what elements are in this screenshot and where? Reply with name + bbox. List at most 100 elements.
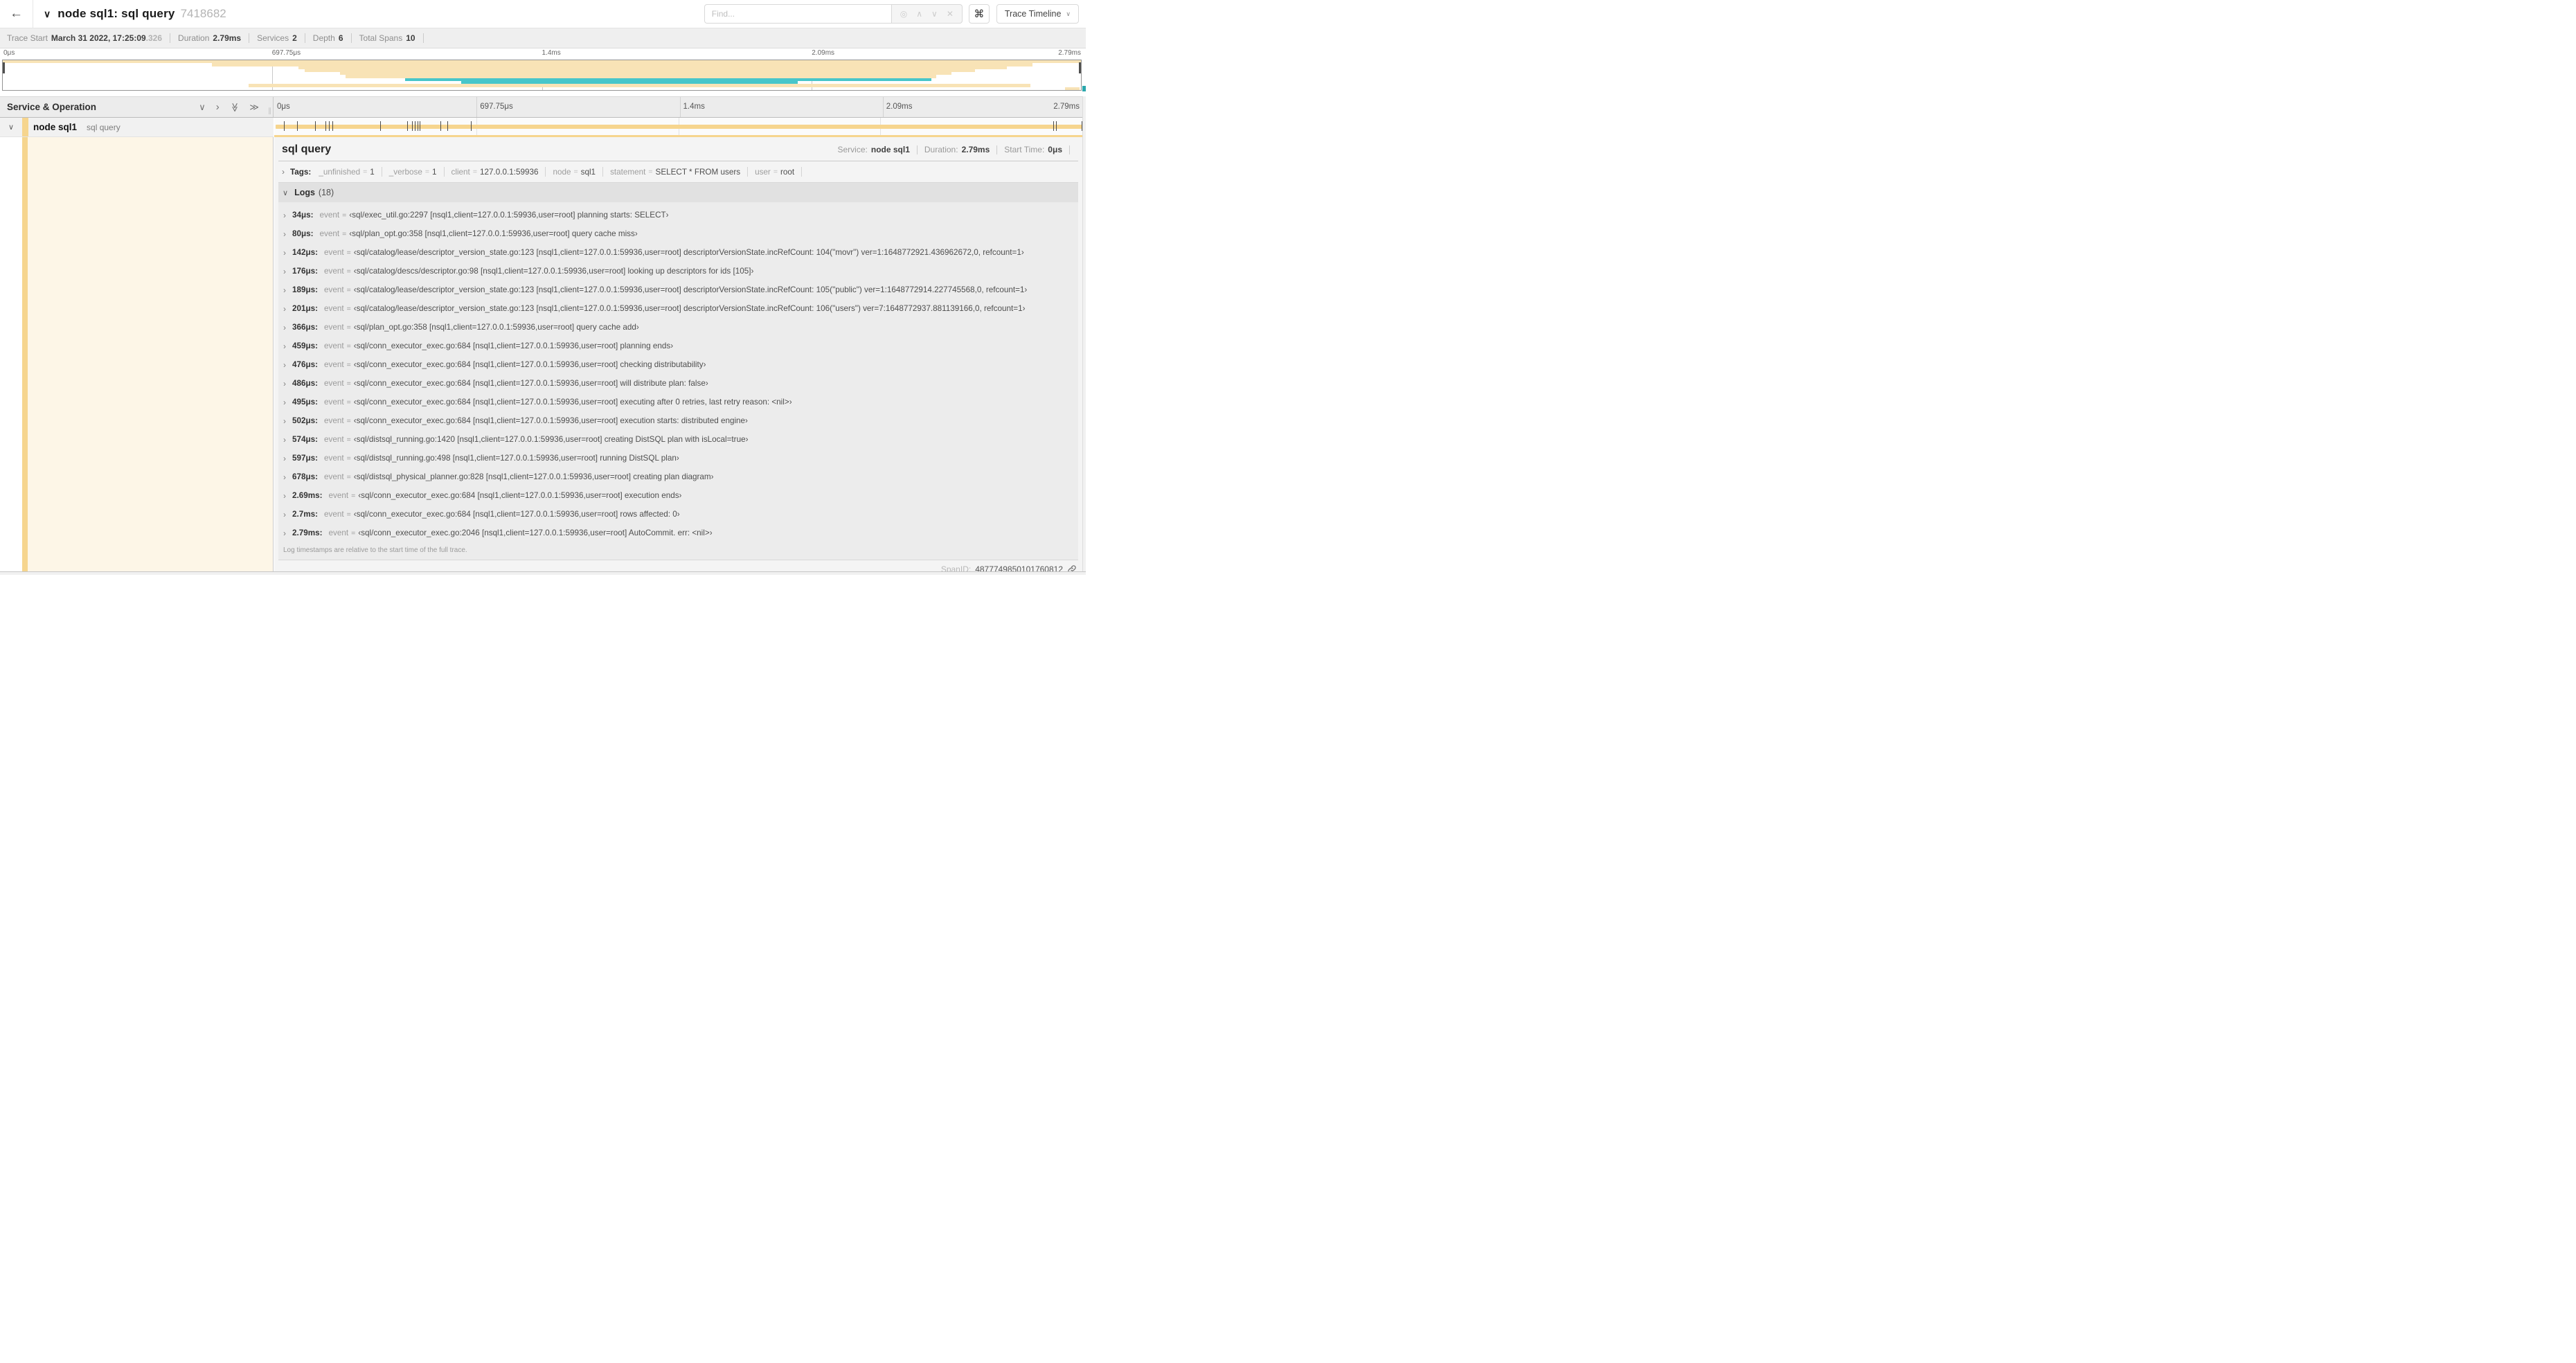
tag-equals: = [363,168,368,177]
log-timestamp: 176μs: [292,267,319,276]
tag-key: _unfinished [319,167,361,177]
log-event-value: ‹sql/catalog/lease/descriptor_version_st… [353,248,1024,258]
summary-value: 2 [292,33,297,43]
summary-item: Trace Start March 31 2022, 17:25:09 .326 [7,33,178,43]
log-field-name: event [324,285,344,295]
summary-label: Total Spans [359,33,403,43]
log-equals: = [346,398,351,407]
minimap-left-scrubber-handle[interactable] [3,62,5,73]
log-entry-row[interactable]: › 678μs: event = ‹sql/distsql_physical_p… [278,467,1078,486]
deep-link-icon[interactable] [1067,564,1077,571]
log-entry-row[interactable]: › 502μs: event = ‹sql/conn_executor_exec… [278,411,1078,430]
log-entry-row[interactable]: › 597μs: event = ‹sql/distsql_running.go… [278,449,1078,467]
log-timestamp: 502μs: [292,416,319,426]
log-entry-row[interactable]: › 574μs: event = ‹sql/distsql_running.go… [278,430,1078,449]
chevron-right-icon: › [283,397,286,407]
minimap-span-rows [3,60,1081,90]
summary-value-muted: .326 [145,33,163,43]
log-entry-row[interactable]: › 2.79ms: event = ‹sql/conn_executor_exe… [278,524,1078,542]
log-entry-row[interactable]: › 176μs: event = ‹sql/catalog/descs/desc… [278,262,1078,280]
logs-section: ∨ Logs (18) › 34μs: event = ‹sql/exec_ut… [278,182,1078,561]
collapse-one-icon[interactable]: ∨ [199,102,206,113]
chevron-right-icon: › [283,509,286,519]
log-event-value: ‹sql/distsql_running.go:498 [nsql1,clien… [353,454,679,463]
log-entry-row[interactable]: › 142μs: event = ‹sql/catalog/lease/desc… [278,243,1078,262]
find-input[interactable] [704,4,891,24]
divider [996,145,998,154]
span-id-label: SpanID: [940,564,972,571]
log-entry-row[interactable]: › 366μs: event = ‹sql/plan_opt.go:358 [n… [278,318,1078,337]
log-entry-row[interactable]: › 80μs: event = ‹sql/plan_opt.go:358 [ns… [278,224,1078,243]
content-bottom-edge [0,571,1086,575]
span-row-timeline[interactable] [274,118,1082,135]
log-event-tick [440,121,442,131]
log-timestamp: 2.79ms: [292,528,323,538]
log-timestamp: 2.69ms: [292,491,323,501]
log-timestamp: 476μs: [292,360,319,370]
log-entry-row[interactable]: › 34μs: event = ‹sql/exec_util.go:2297 [… [278,206,1078,224]
meta-label: Service: [837,145,868,155]
log-event-tick [332,121,334,131]
summary-value: 6 [338,33,343,43]
ruler-tick: 0μs [277,103,290,111]
scrollbar-track[interactable] [1082,96,1086,571]
log-entry-row[interactable]: › 189μs: event = ‹sql/catalog/lease/desc… [278,280,1078,299]
tags-accordion[interactable]: › Tags: _unfinished = 1 _verbose = 1 cli… [278,161,1078,182]
timeline-grid-header: Service & Operation ∨ › ≫ ≫ ∥ 0μs 697.75… [0,96,1086,118]
log-field-name: event [324,379,344,389]
tag-item: client = 127.0.0.1:59936 [451,167,553,177]
log-equals: = [351,528,356,537]
clear-find-icon[interactable]: ✕ [947,9,954,19]
log-field-name: event [324,248,344,258]
logs-list: › 34μs: event = ‹sql/exec_util.go:2297 [… [278,202,1078,543]
ruler-divider [679,97,681,117]
log-event-value: ‹sql/distsql_physical_planner.go:828 [ns… [353,472,714,482]
column-resize-handle[interactable]: ∥ [268,107,271,115]
log-entry-row[interactable]: › 201μs: event = ‹sql/catalog/lease/desc… [278,299,1078,318]
summary-label: Duration [178,33,210,43]
log-entry-row[interactable]: › 476μs: event = ‹sql/conn_executor_exec… [278,355,1078,374]
expand-all-icon[interactable]: ≫ [249,102,259,113]
collapse-all-icon[interactable]: ≫ [229,103,240,112]
logs-label: Logs [294,188,315,198]
tag-value: SELECT * FROM users [655,167,741,177]
meta-label: Duration: [924,145,958,155]
minimap-right-scrubber-handle[interactable] [1079,62,1081,73]
timeline-minimap[interactable] [2,60,1082,91]
next-result-icon[interactable]: ∨ [931,9,938,19]
span-collapse-icon[interactable]: ∨ [0,123,22,132]
log-entry-row[interactable]: › 459μs: event = ‹sql/conn_executor_exec… [278,337,1078,355]
log-entry-row[interactable]: › 495μs: event = ‹sql/conn_executor_exec… [278,393,1078,411]
command-icon: ⌘ [974,8,985,20]
log-entry-row[interactable]: › 486μs: event = ‹sql/conn_executor_exec… [278,374,1078,393]
log-field-name: event [324,304,344,314]
logs-accordion-header[interactable]: ∨ Logs (18) [278,183,1078,203]
chevron-right-icon: › [283,378,286,389]
log-event-tick [412,121,413,131]
meta-value: 2.79ms [961,145,990,155]
span-color-accent [21,137,28,571]
log-event-tick [470,121,472,131]
view-selector-button[interactable]: Trace Timeline ∨ [996,4,1079,24]
tags-label: Tags: [290,167,312,177]
summary-value: 2.79ms [213,33,242,43]
back-button[interactable]: ← [0,0,33,28]
span-detail-header: sql query Service: node sql1 Duration: 2… [278,137,1078,162]
span-duration-bar[interactable] [275,124,1082,129]
log-event-value: ‹sql/plan_opt.go:358 [nsql1,client=127.0… [353,323,639,332]
log-timestamp: 366μs: [292,323,319,332]
log-entry-row[interactable]: › 2.7ms: event = ‹sql/conn_executor_exec… [278,505,1078,524]
log-field-name: event [328,528,349,538]
keyboard-shortcuts-button[interactable]: ⌘ [968,4,990,24]
span-row-label[interactable]: ∨ node sql1 sql query [0,118,274,137]
log-event-tick [406,121,408,131]
collapse-trace-header-icon[interactable]: ∨ [44,8,51,20]
log-equals: = [346,435,351,444]
expand-one-icon[interactable]: › [216,101,220,113]
log-equals: = [346,341,351,350]
log-entry-row[interactable]: › 2.69ms: event = ‹sql/conn_executor_exe… [278,486,1078,505]
tag-equals: = [472,168,477,177]
prev-result-icon[interactable]: ∧ [916,9,922,19]
match-highlight-icon[interactable]: ◎ [900,9,907,19]
tag-value: root [780,167,795,177]
